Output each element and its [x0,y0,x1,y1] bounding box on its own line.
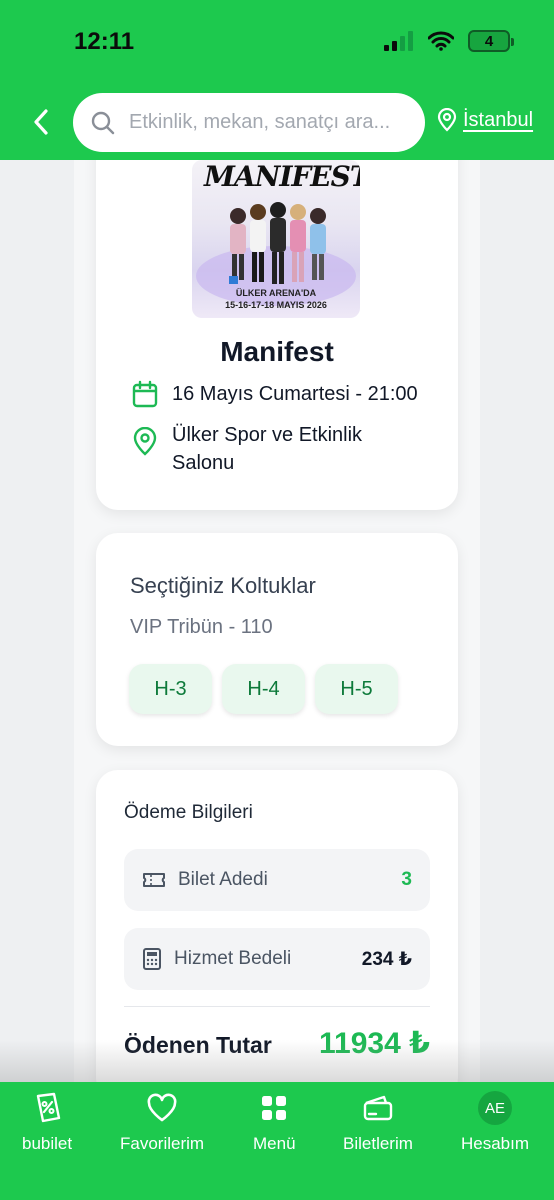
ticket-count-value: 3 [401,869,412,890]
payment-title: Ödeme Bilgileri [124,802,253,823]
battery-indicator: 4 [468,30,514,52]
status-bar: 12:11 4 [0,0,554,82]
bottom-navigation: bubilet Favorilerim Menü Biletlerim AE H… [0,1082,554,1200]
city-label: İstanbul [463,108,534,131]
event-venue-line2: Salonu [172,452,235,474]
poster-title: MANIFEST [204,160,360,193]
event-venue-line1: Ülker Spor ve Etkinlik [172,424,363,446]
bubilet-discount-icon [36,1092,61,1123]
avatar: AE [478,1091,513,1125]
app-header: 12:11 4 Etkinlik, mekan, sanatçı ara... … [0,0,554,160]
service-fee-value: 234 ₺ [361,948,412,970]
seat-chip[interactable]: H-4 [222,664,305,714]
nav-label-biletlerim: Biletlerim [343,1134,413,1153]
battery-level: 4 [484,32,494,50]
ticket-count-label: Bilet Adedi [178,869,268,890]
ticket-icon [143,873,165,887]
event-venue-row: Ülker Spor ve Etkinlik Salonu [132,421,362,477]
poster-dates-line: 15-16-17-18 MAYIS 2026 [225,300,327,310]
divider [124,1006,430,1007]
search-input[interactable] [129,111,409,134]
heart-icon [147,1093,177,1122]
event-title: Manifest [220,336,334,367]
nav-item-bubilet[interactable]: bubilet [22,1092,72,1154]
back-button[interactable] [24,102,58,142]
event-date-row: 16 Mayıs Cumartesi - 21:00 [132,380,418,408]
nav-item-menu[interactable]: Menü [253,1092,296,1154]
seats-title: Seçtiğiniz Koltuklar [130,573,316,598]
nav-label-favorilerim: Favorilerim [120,1134,205,1153]
poster-venue-line: ÜLKER ARENA'DA [235,288,317,298]
nav-label-hesabim: Hesabım [461,1134,530,1153]
nav-item-biletlerim[interactable]: Biletlerim [343,1092,413,1154]
location-pin-icon [437,108,457,132]
signal-icon [384,31,413,51]
event-venue: Ülker Spor ve Etkinlik Salonu [172,421,362,477]
nav-item-favorilerim[interactable]: Favorilerim [120,1092,204,1154]
city-selector[interactable]: İstanbul [437,108,533,132]
service-fee-row: Hizmet Bedeli 234 ₺ [124,928,430,990]
ticket-count-row: Bilet Adedi 3 [124,849,430,911]
nav-item-hesabim[interactable]: AE Hesabım [461,1091,530,1154]
status-icons: 4 [384,30,514,52]
search-bar[interactable] [73,93,425,152]
wifi-icon [428,31,454,51]
nav-label-bubilet: bubilet [22,1134,73,1153]
chevron-left-icon [34,109,48,135]
calendar-icon [132,380,158,408]
service-fee-label: Hizmet Bedeli [174,948,292,969]
event-date: 16 Mayıs Cumartesi - 21:00 [172,383,418,405]
seats-section: VIP Tribün - 110 [130,616,273,638]
event-poster: MANIFEST ÜLKER ARENA'DA 15-16-17-18 MAYI… [192,160,360,318]
event-card: MANIFEST ÜLKER ARENA'DA 15-16-17-18 MAYI… [96,130,458,510]
location-pin-icon [133,427,157,456]
grid-icon [262,1096,287,1120]
status-time: 12:11 [74,28,135,55]
seat-chip[interactable]: H-3 [129,664,212,714]
calculator-icon [143,948,161,970]
wallet-icon [363,1095,393,1121]
scroll-fade [0,1040,554,1082]
nav-label-menu: Menü [253,1134,296,1153]
seat-chip[interactable]: H-5 [315,664,398,714]
selected-seats-card: Seçtiğiniz Koltuklar VIP Tribün - 110 H-… [96,533,458,746]
search-icon [91,111,115,134]
